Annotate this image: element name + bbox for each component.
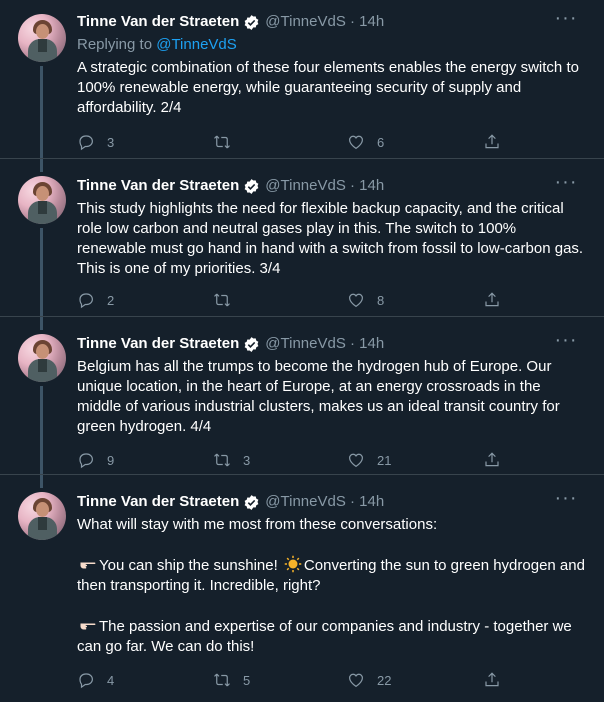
- retweet-icon: [214, 135, 230, 149]
- like-count: 8: [377, 292, 385, 308]
- author-name[interactable]: Tinne Van der Straeten: [77, 12, 239, 32]
- author-name[interactable]: Tinne Van der Straeten: [77, 492, 239, 512]
- retweet-count: 3: [243, 452, 251, 468]
- retweet-count: 5: [243, 672, 251, 688]
- verified-badge-icon: [243, 494, 260, 511]
- tweet-header: Tinne Van der Straeten @TinneVdS · 14h: [77, 334, 586, 354]
- tweet-text: What will stay with me most from these c…: [77, 515, 586, 657]
- reply-count: 9: [107, 452, 115, 468]
- tweet-paragraph: You can ship the sunshine! Converting th…: [77, 555, 586, 596]
- reply-icon: [79, 135, 93, 151]
- like-button[interactable]: 22: [347, 671, 391, 689]
- retweet-icon: [214, 293, 230, 307]
- retweet-button[interactable]: 3: [213, 451, 250, 469]
- reply-count: 4: [107, 672, 115, 688]
- share-button[interactable]: [483, 291, 501, 309]
- author-name[interactable]: Tinne Van der Straeten: [77, 334, 239, 354]
- reply-count: 3: [107, 134, 115, 150]
- avatar[interactable]: [18, 14, 66, 62]
- tweet[interactable]: Tinne Van der Straeten @TinneVdS · 14h ·…: [0, 474, 604, 702]
- tweet-header: Tinne Van der Straeten @TinneVdS · 14h: [77, 176, 586, 196]
- reply-button[interactable]: 4: [77, 671, 114, 689]
- reply-icon: [79, 673, 93, 689]
- verified-badge-icon: [243, 336, 260, 353]
- reply-icon: [79, 453, 93, 469]
- replying-to-link[interactable]: @TinneVdS: [156, 36, 237, 53]
- like-button[interactable]: 21: [347, 451, 391, 469]
- like-button[interactable]: 8: [347, 291, 384, 309]
- replying-to: Replying to @TinneVdS: [77, 35, 586, 55]
- more-icon[interactable]: ···: [552, 8, 580, 32]
- avatar[interactable]: [18, 334, 66, 382]
- author-handle-time[interactable]: @TinneVdS · 14h: [265, 12, 384, 32]
- replying-prefix: Replying to: [77, 36, 157, 53]
- tweet-actions: 3 6: [77, 132, 586, 152]
- heart-icon: [349, 453, 363, 468]
- heart-icon: [349, 673, 363, 688]
- share-button[interactable]: [483, 133, 501, 151]
- share-button[interactable]: [483, 671, 501, 689]
- tweet[interactable]: Tinne Van der Straeten @TinneVdS · 14h ·…: [0, 158, 604, 317]
- more-icon[interactable]: ···: [552, 488, 580, 512]
- reply-button[interactable]: 3: [77, 133, 114, 151]
- retweet-button[interactable]: [213, 133, 243, 151]
- verified-badge-icon: [243, 14, 260, 31]
- like-button[interactable]: 6: [347, 133, 384, 151]
- tweet-text: Belgium has all the trumps to become the…: [77, 358, 560, 435]
- tweet-header: Tinne Van der Straeten @TinneVdS · 14h: [77, 492, 586, 512]
- tweet-text-line: What will stay with me most from these c…: [77, 516, 438, 533]
- retweet-icon: [214, 673, 230, 687]
- share-icon: [485, 134, 499, 149]
- more-icon[interactable]: ···: [552, 330, 580, 354]
- tweet-thread: Tinne Van der Straeten @TinneVdS · 14h ·…: [0, 0, 604, 702]
- tweet-actions: 4 5 22: [77, 670, 586, 690]
- tweet-text: A strategic combination of these four el…: [77, 59, 579, 116]
- heart-icon: [349, 293, 363, 308]
- more-icon[interactable]: ···: [552, 172, 580, 196]
- share-icon: [485, 672, 499, 687]
- share-icon: [485, 292, 499, 307]
- like-count: 21: [377, 452, 392, 468]
- share-icon: [485, 452, 499, 467]
- author-handle-time[interactable]: @TinneVdS · 14h: [265, 176, 384, 196]
- avatar[interactable]: [18, 176, 66, 224]
- reply-button[interactable]: 9: [77, 451, 114, 469]
- like-count: 6: [377, 134, 385, 150]
- reply-button[interactable]: 2: [77, 291, 114, 309]
- author-handle-time[interactable]: @TinneVdS · 14h: [265, 334, 384, 354]
- pointing-hand-icon: [80, 562, 96, 569]
- reply-count: 2: [107, 292, 115, 308]
- tweet-header: Tinne Van der Straeten @TinneVdS · 14h: [77, 12, 586, 32]
- pointing-hand-icon: [80, 623, 96, 630]
- sun-icon: [284, 555, 302, 573]
- retweet-icon: [214, 453, 230, 467]
- retweet-button[interactable]: [213, 291, 243, 309]
- share-button[interactable]: [483, 451, 501, 469]
- verified-badge-icon: [243, 178, 260, 195]
- tweet-text-fragment: The passion and expertise of our compani…: [77, 618, 572, 655]
- retweet-button[interactable]: 5: [213, 671, 250, 689]
- tweet[interactable]: Tinne Van der Straeten @TinneVdS · 14h ·…: [0, 316, 604, 475]
- author-name[interactable]: Tinne Van der Straeten: [77, 176, 239, 196]
- tweet-actions: 2 8: [77, 290, 586, 310]
- tweet-text-fragment: You can ship the sunshine!: [99, 557, 282, 574]
- author-handle-time[interactable]: @TinneVdS · 14h: [265, 492, 384, 512]
- avatar[interactable]: [18, 492, 66, 540]
- like-count: 22: [377, 672, 392, 688]
- tweet-text: This study highlights the need for flexi…: [77, 200, 584, 277]
- heart-icon: [349, 135, 363, 150]
- tweet-actions: 9 3 21: [77, 450, 586, 470]
- tweet-paragraph: The passion and expertise of our compani…: [77, 616, 586, 657]
- tweet[interactable]: Tinne Van der Straeten @TinneVdS · 14h ·…: [0, 0, 604, 159]
- reply-icon: [79, 293, 93, 309]
